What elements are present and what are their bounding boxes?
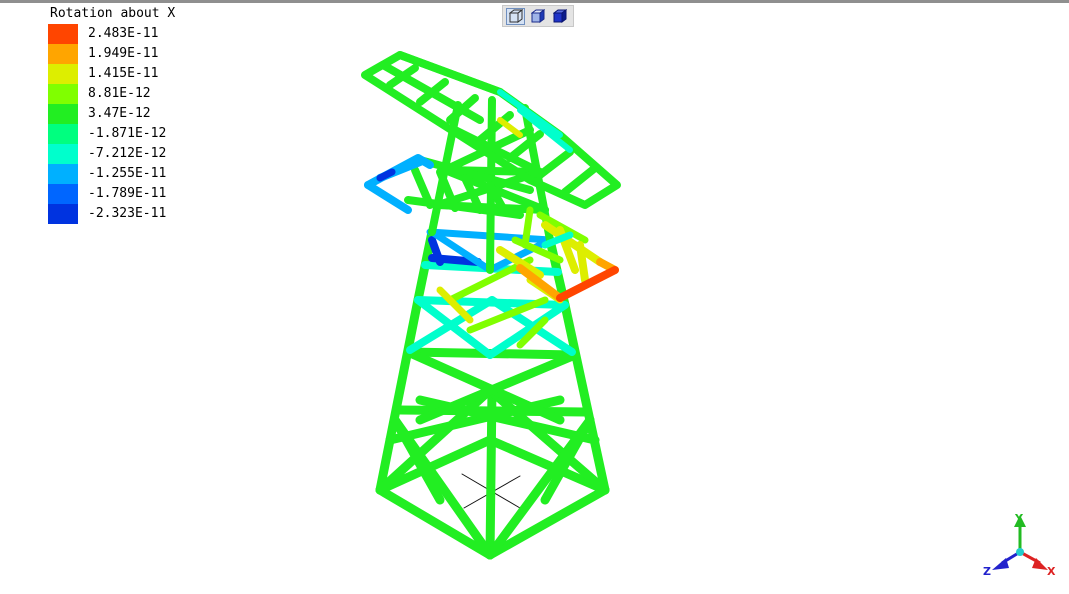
x-axis-label: X: [1047, 565, 1056, 578]
axis-triad: Y X Z: [983, 512, 1056, 578]
z-axis-label: Z: [983, 565, 991, 578]
y-axis-label: Y: [1014, 512, 1024, 525]
transmission-tower-model: [361, 51, 621, 560]
model-viewport[interactable]: Y X Z: [0, 0, 1069, 594]
